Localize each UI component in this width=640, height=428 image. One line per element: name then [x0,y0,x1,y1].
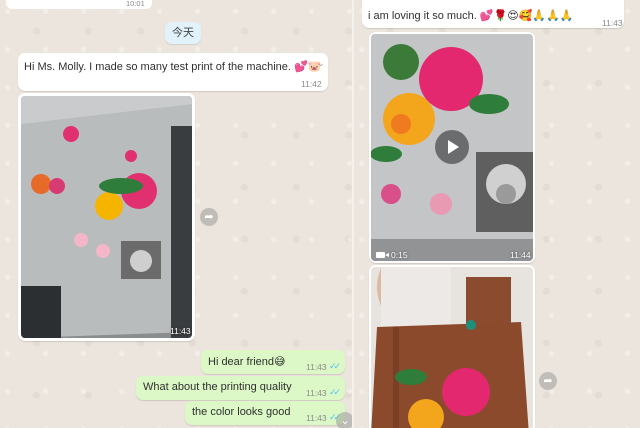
forward-icon[interactable]: ➦ [539,372,557,390]
video-duration: 0:15 [391,250,408,260]
chevron-down-icon[interactable]: ⌄ [317,58,325,69]
previous-message-fragment: 10:01 [6,0,152,9]
video-time: 11:44 [510,250,531,260]
printed-sample-photo[interactable]: 11:43 [21,96,192,338]
outgoing-message[interactable]: What about the printing quality 11:43 ✓✓ [136,376,345,400]
message-time: 11:43 [306,388,327,398]
video-camera-icon [376,252,389,258]
outgoing-message[interactable]: the color looks good 11:43 ✓✓ [185,401,345,425]
message-time: 10:01 [126,0,145,8]
message-time: 11:43 [306,362,327,372]
message-text: Hi dear friend😅 [208,356,286,368]
video-thumbnail[interactable]: 0:15 11:44 [371,34,533,261]
message-time: 11:43 [602,18,623,28]
message-text: Hi Ms. Molly. I made so many test print … [24,61,322,73]
double-check-icon: ✓✓ [329,361,341,371]
message-text: What about the printing quality [143,381,292,393]
image-time: 11:43 [170,326,191,336]
message-time: 11:42 [301,79,322,89]
message-text: the color looks good [192,406,291,418]
right-chat-pane: i am loving it so much. 💕🌹😍🥰🙏🙏🙏 11:43 0:… [354,0,640,428]
incoming-image-message[interactable] [369,265,535,428]
message-text: i am loving it so much. 💕🌹😍🥰🙏🙏🙏 [368,10,574,22]
left-chat-pane: 10:01 今天 Hi Ms. Molly. I made so many te… [0,0,352,428]
play-icon[interactable] [435,130,469,164]
forward-icon[interactable]: ➦ [200,208,218,226]
date-separator: 今天 [165,22,201,44]
double-check-icon: ✓✓ [329,387,341,397]
incoming-video-message[interactable]: 0:15 11:44 [369,32,535,263]
outgoing-message[interactable]: Hi dear friend😅 11:43 ✓✓ [201,350,345,374]
incoming-message[interactable]: i am loving it so much. 💕🌹😍🥰🙏🙏🙏 11:43 [362,0,624,28]
printed-bag-photo[interactable] [371,267,533,428]
message-time: 11:43 [306,413,327,423]
scroll-down-button[interactable]: ⌄ [336,412,352,428]
incoming-message[interactable]: Hi Ms. Molly. I made so many test print … [18,53,328,91]
incoming-image-message[interactable]: 11:43 [18,93,195,341]
